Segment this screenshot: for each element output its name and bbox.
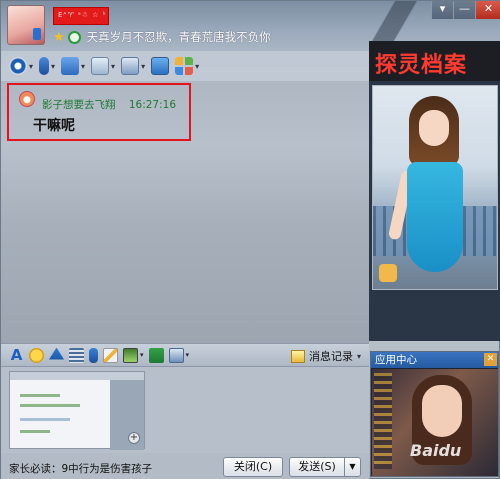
message-meta: 影子想要去飞翔 16:27:16 xyxy=(42,97,176,112)
chat-window: Eᴬ♈ ᵃ☃ ☆ ᵇ ★ 天真岁月不忍欺，青春荒唐我不负你 ▾ — ✕ ▾ ▾ … xyxy=(0,0,500,479)
voice-call-button[interactable]: ▾ xyxy=(39,57,55,75)
screenshot-icon[interactable] xyxy=(168,347,184,363)
apps-grid-icon xyxy=(175,57,194,75)
thumbs-up-icon[interactable] xyxy=(379,264,397,282)
remote-assist-button[interactable]: ▾ xyxy=(121,57,145,75)
contact-name: Eᴬ♈ ᵃ☃ ☆ ᵇ xyxy=(58,11,107,19)
file-transfer-button[interactable]: ▾ xyxy=(61,57,85,75)
parent-notice-link[interactable]: 家长必读：9中行为是伤害孩子 xyxy=(9,461,152,476)
screen-icon xyxy=(121,57,140,75)
contact-name-box[interactable]: Eᴬ♈ ᵃ☃ ☆ ᵇ xyxy=(53,7,109,25)
contact-avatar[interactable] xyxy=(7,5,45,45)
minimize-button[interactable]: — xyxy=(453,1,475,19)
history-icon xyxy=(290,349,305,363)
send-button[interactable]: 发送(S) xyxy=(289,457,345,477)
doodle-icon[interactable] xyxy=(103,347,118,363)
shake-icon[interactable] xyxy=(49,347,64,360)
monitor-icon xyxy=(151,57,170,75)
sender-avatar-icon[interactable] xyxy=(19,91,35,107)
contact-signature: 天真岁月不忍欺，青春荒唐我不负你 xyxy=(86,30,271,44)
message-sender: 影子想要去飞翔 xyxy=(42,99,116,111)
banner-title: 探灵档案 xyxy=(375,52,468,78)
send-options-button[interactable]: ▼ xyxy=(345,457,361,477)
dropdown-button[interactable]: ▾ xyxy=(431,1,453,19)
status-icon[interactable] xyxy=(67,30,81,44)
list-icon[interactable] xyxy=(69,347,84,363)
share-screen-button[interactable] xyxy=(151,57,170,75)
ad-banner[interactable]: 探灵档案 xyxy=(369,41,500,81)
message-item: 影子想要去飞翔 16:27:16 干嘛呢 xyxy=(7,83,191,141)
microphone-icon xyxy=(39,57,50,75)
voice-message-icon[interactable] xyxy=(89,347,98,363)
contact-show-panel: 探灵档案 xyxy=(369,41,500,341)
contact-show-image[interactable] xyxy=(372,85,498,290)
camera-icon xyxy=(9,57,27,75)
chat-toolbar: ▾ ▾ ▾ ▾ ▾ ▾ xyxy=(1,51,369,81)
message-time: 16:27:16 xyxy=(128,99,177,111)
window-controls: ▾ — ✕ xyxy=(431,1,500,19)
image-icon[interactable] xyxy=(123,347,138,363)
gift-icon[interactable] xyxy=(148,347,164,363)
pasted-screenshot[interactable]: + xyxy=(9,371,145,450)
folder-icon xyxy=(61,57,80,75)
app-center-close-button[interactable]: ✕ xyxy=(484,353,497,366)
bottom-bar: 家长必读：9中行为是伤害孩子 关闭(C) 发送(S) ▼ xyxy=(1,453,369,479)
message-history[interactable]: 影子想要去飞翔 16:27:16 干嘛呢 xyxy=(1,81,369,343)
group-chat-button[interactable]: ▾ xyxy=(91,57,115,75)
zoom-icon[interactable]: + xyxy=(128,432,140,444)
video-call-button[interactable]: ▾ xyxy=(9,57,33,75)
close-button[interactable]: 关闭(C) xyxy=(223,457,283,477)
font-icon[interactable]: A xyxy=(9,347,24,363)
message-history-label: 消息记录 xyxy=(308,350,353,363)
emoji-icon[interactable] xyxy=(29,347,44,363)
app-center-panel: 应用中心 ✕ Baidu xyxy=(370,351,499,477)
app-center-title: 应用中心 xyxy=(371,352,498,368)
signature-row: ★ 天真岁月不忍欺，青春荒唐我不负你 xyxy=(53,29,271,45)
watermark-logo: Baidu xyxy=(410,441,462,460)
message-input[interactable]: + xyxy=(1,367,369,453)
app-center-ad[interactable]: Baidu xyxy=(372,369,498,476)
apps-button[interactable]: ▾ xyxy=(175,57,199,75)
message-text: 干嘛呢 xyxy=(33,118,75,134)
chat-add-icon xyxy=(91,57,110,75)
message-history-button[interactable]: 消息记录 ▾ xyxy=(290,348,361,364)
input-toolbar: A ▾ ▾ 消息记录 ▾ xyxy=(1,343,369,367)
close-window-button[interactable]: ✕ xyxy=(475,1,500,19)
star-icon[interactable]: ★ xyxy=(53,30,65,45)
